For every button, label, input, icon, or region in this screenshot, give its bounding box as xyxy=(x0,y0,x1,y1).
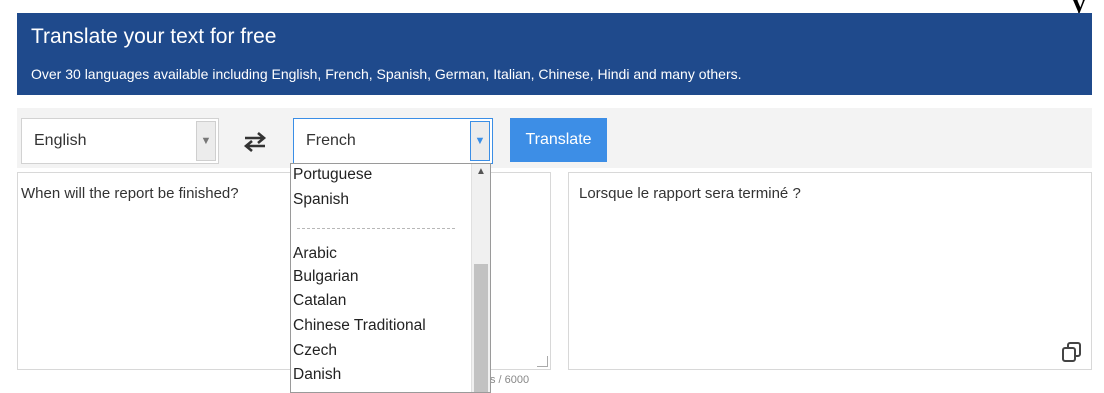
resize-grip[interactable] xyxy=(537,356,548,367)
target-language-value: French xyxy=(306,132,356,149)
copy-icon[interactable] xyxy=(1061,341,1083,363)
source-text: When will the report be finished? xyxy=(21,185,239,202)
source-language-select[interactable]: English ▼ xyxy=(21,118,219,164)
language-option[interactable]: Czech xyxy=(293,342,337,360)
target-text: Lorsque le rapport sera terminé ? xyxy=(579,185,801,202)
dropdown-separator xyxy=(297,228,455,229)
language-option[interactable]: Chinese Traditional xyxy=(293,317,426,335)
target-language-dropdown[interactable]: Portuguese Spanish Arabic Bulgarian Cata… xyxy=(290,163,491,393)
language-option[interactable]: Bulgarian xyxy=(293,268,359,286)
chevron-down-icon[interactable]: ▼ xyxy=(470,121,490,161)
header-banner: Translate your text for free Over 30 lan… xyxy=(17,13,1092,95)
language-option[interactable]: Danish xyxy=(293,366,341,384)
language-option[interactable]: Portuguese xyxy=(293,166,372,184)
source-language-value: English xyxy=(34,132,87,149)
language-option[interactable]: Spanish xyxy=(293,191,349,209)
translate-button[interactable]: Translate xyxy=(510,118,607,162)
chevron-up-icon[interactable]: ▲ xyxy=(476,166,486,177)
language-option[interactable]: Catalan xyxy=(293,292,346,310)
swap-arrows-icon[interactable] xyxy=(243,132,267,152)
controls-bar: English ▼ French ▼ Translate xyxy=(17,108,1092,168)
banner-title: Translate your text for free xyxy=(31,25,277,48)
target-text-area: Lorsque le rapport sera terminé ? xyxy=(568,172,1092,370)
language-option[interactable]: Arabic xyxy=(293,245,337,263)
target-language-select[interactable]: French ▼ xyxy=(293,118,493,164)
character-counter: s / 6000 xyxy=(490,374,530,386)
chevron-down-icon[interactable]: ▼ xyxy=(196,121,216,161)
dropdown-scrollbar[interactable]: ▲ xyxy=(471,164,490,392)
scrollbar-thumb[interactable] xyxy=(474,264,488,392)
banner-subtitle: Over 30 languages available including En… xyxy=(31,66,742,82)
